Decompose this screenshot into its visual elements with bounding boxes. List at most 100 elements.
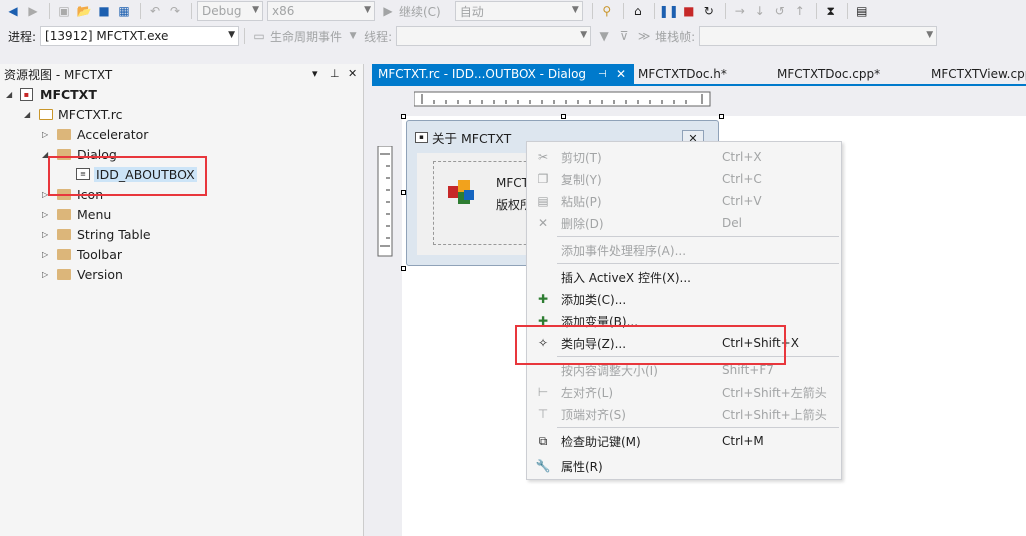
- toolbar-separator: [846, 3, 848, 19]
- tab-label: MFCTXTView.cpp: [931, 67, 1026, 81]
- auto-select[interactable]: 自动 ▼: [454, 1, 583, 21]
- collapse-arrow-icon[interactable]: ◢: [6, 90, 12, 99]
- menu-item-delete[interactable]: ✕ 删除(D) Del: [527, 212, 841, 234]
- menu-item-label: 顶端对齐(S): [561, 407, 626, 422]
- mfc-logo-icon: [448, 180, 474, 204]
- thread-select[interactable]: ▼: [396, 26, 592, 46]
- tree-node-menu[interactable]: ▷ Menu: [0, 204, 364, 224]
- selection-handle[interactable]: [561, 114, 566, 119]
- filter-icon[interactable]: ▼: [595, 27, 613, 45]
- menu-item-shortcut: Del: [722, 216, 742, 230]
- home-icon[interactable]: ⌂: [629, 2, 647, 20]
- flag-threads-icon[interactable]: ≫: [635, 27, 653, 45]
- process-select[interactable]: [13912] MFCTXT.exe ▼: [40, 26, 240, 46]
- menu-item-label: 复制(Y): [561, 172, 602, 187]
- redo-icon[interactable]: ↷: [166, 2, 184, 20]
- dialog-caption-text: 关于 MFCTXT: [432, 130, 512, 146]
- folder-icon: [57, 228, 71, 240]
- tab-doc-h[interactable]: MFCTXTDoc.h*: [638, 64, 727, 84]
- toolbar-separator: [815, 3, 817, 19]
- restart-icon[interactable]: ↻: [700, 2, 718, 20]
- close-icon[interactable]: ✕: [348, 67, 357, 80]
- lifecycle-events-icon[interactable]: ▭: [250, 27, 268, 45]
- menu-item-label: 添加事件处理程序(A)...: [561, 243, 687, 258]
- tree-node-rc-file[interactable]: ◢ MFCTXT.rc: [0, 104, 364, 124]
- selection-handle[interactable]: [401, 114, 406, 119]
- tree-node-version[interactable]: ▷ Version: [0, 264, 364, 284]
- menu-item-label: 属性(R): [561, 459, 603, 474]
- stop-icon[interactable]: ■: [680, 2, 698, 20]
- pin-icon[interactable]: ⊥: [330, 67, 340, 80]
- find-icon[interactable]: ⚲: [598, 2, 616, 20]
- step-back-icon[interactable]: ↺: [771, 2, 789, 20]
- pause-icon[interactable]: ❚❚: [659, 2, 679, 20]
- menu-item-properties[interactable]: 🔧 属性(R): [527, 455, 841, 477]
- step-into-icon[interactable]: ↓: [751, 2, 769, 20]
- vertical-ruler: [377, 146, 393, 257]
- step-out-icon[interactable]: ↑: [791, 2, 809, 20]
- tree-node-label: Accelerator: [77, 126, 149, 142]
- highlight-box-idd-aboutbox: [48, 156, 207, 196]
- menu-item-insert-activex[interactable]: 插入 ActiveX 控件(X)...: [527, 266, 841, 288]
- hex-display-icon[interactable]: ⧗: [822, 2, 840, 20]
- tree-node-label: Version: [77, 266, 123, 282]
- process-value: [13912] MFCTXT.exe: [45, 29, 169, 43]
- chevron-down-icon[interactable]: ▼: [344, 27, 362, 45]
- tree-node-label: MFCTXT: [40, 86, 97, 102]
- tree-node-toolbar[interactable]: ▷ Toolbar: [0, 244, 364, 264]
- highlight-box-class-wizard: [515, 325, 786, 365]
- toolbar-separator: [653, 3, 655, 19]
- open-folder-icon[interactable]: 📂: [75, 2, 93, 20]
- selection-handle[interactable]: [401, 190, 406, 195]
- continue-button[interactable]: 继续(C): [399, 3, 441, 20]
- menu-item-paste[interactable]: ▤ 粘贴(P) Ctrl+V: [527, 190, 841, 212]
- tree-node-string-table[interactable]: ▷ String Table: [0, 224, 364, 244]
- selection-handle[interactable]: [719, 114, 724, 119]
- lifecycle-events-button[interactable]: 生命周期事件: [270, 28, 342, 45]
- stack-frame-select[interactable]: ▼: [699, 26, 938, 46]
- menu-item-align-left[interactable]: ⊢ 左对齐(L) Ctrl+Shift+左箭头: [527, 381, 841, 403]
- save-all-icon[interactable]: ▦: [115, 2, 133, 20]
- close-icon[interactable]: ✕: [616, 67, 626, 81]
- filter-toggle-icon[interactable]: ⊽: [615, 27, 633, 45]
- expand-arrow-icon[interactable]: ▷: [42, 270, 48, 279]
- toolbar-separator: [622, 3, 624, 19]
- expand-arrow-icon[interactable]: ▷: [42, 130, 48, 139]
- new-project-icon[interactable]: ▣: [55, 2, 73, 20]
- collapse-arrow-icon[interactable]: ◢: [24, 110, 30, 119]
- tree-node-accelerator[interactable]: ▷ Accelerator: [0, 124, 364, 144]
- menu-item-label: 添加类(C)...: [561, 292, 627, 307]
- back-icon[interactable]: ◀: [4, 2, 22, 20]
- pin-icon[interactable]: ⊣: [598, 69, 607, 80]
- undo-icon[interactable]: ↶: [146, 2, 164, 20]
- copy-icon: ❐: [537, 172, 549, 186]
- selection-handle[interactable]: [401, 266, 406, 271]
- menu-item-align-top[interactable]: ⊤ 顶端对齐(S) Ctrl+Shift+上箭头: [527, 403, 841, 425]
- chevron-down-icon: ▼: [580, 30, 588, 40]
- expand-arrow-icon[interactable]: ▷: [42, 230, 48, 239]
- add-class-icon: ✚: [537, 292, 549, 306]
- dropdown-icon[interactable]: ▾: [312, 67, 318, 80]
- expand-arrow-icon[interactable]: ▷: [42, 210, 48, 219]
- tab-view-cpp[interactable]: MFCTXTView.cpp: [931, 64, 1026, 84]
- check-mnemonics-icon: ⧉: [538, 433, 548, 448]
- tree-node-project[interactable]: ◢ ▪ MFCTXT: [0, 84, 364, 104]
- save-icon[interactable]: ■: [95, 2, 113, 20]
- menu-separator: [557, 427, 839, 428]
- configuration-select[interactable]: Debug ▼: [197, 1, 263, 21]
- menu-item-add-event-handler[interactable]: 添加事件处理程序(A)...: [527, 239, 841, 261]
- tab-doc-cpp[interactable]: MFCTXTDoc.cpp*: [777, 64, 880, 84]
- tree-node-label: String Table: [77, 226, 151, 242]
- show-threads-icon[interactable]: ▤: [853, 2, 871, 20]
- menu-item-copy[interactable]: ❐ 复制(Y) Ctrl+C: [527, 168, 841, 190]
- step-over-icon[interactable]: →: [731, 2, 749, 20]
- chevron-down-icon: ▼: [252, 5, 259, 15]
- menu-item-cut[interactable]: ✂ 剪切(T) Ctrl+X: [527, 146, 841, 168]
- menu-item-check-mnemonics[interactable]: ⧉ 检查助记键(M) Ctrl+M: [527, 430, 841, 452]
- menu-item-add-class[interactable]: ✚ 添加类(C)...: [527, 288, 841, 310]
- platform-select[interactable]: x86 ▼: [267, 1, 375, 21]
- tab-dialog-editor[interactable]: MFCTXT.rc - IDD...OUTBOX - Dialog ⊣ ✕: [372, 64, 634, 84]
- expand-arrow-icon[interactable]: ▷: [42, 250, 48, 259]
- forward-icon[interactable]: ▶: [24, 2, 42, 20]
- continue-icon[interactable]: ▶: [379, 2, 397, 20]
